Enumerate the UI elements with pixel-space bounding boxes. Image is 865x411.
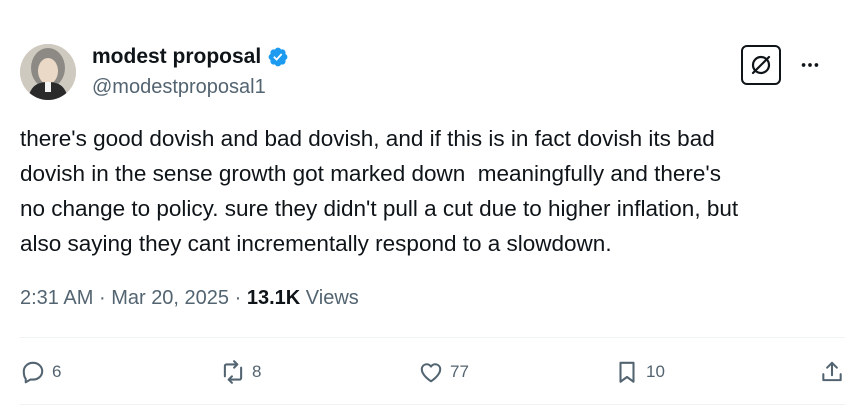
reply-icon bbox=[22, 361, 44, 384]
repost-count: 8 bbox=[252, 362, 262, 381]
share-icon bbox=[822, 361, 842, 382]
more-button[interactable] bbox=[795, 50, 825, 80]
tweet-card: modest proposal @modestproposal1 there's… bbox=[0, 0, 865, 411]
grok-icon bbox=[751, 55, 771, 75]
bookmark-count: 10 bbox=[646, 362, 665, 381]
tweet-time[interactable]: 2:31 AM bbox=[20, 287, 93, 309]
views-label: Views bbox=[305, 287, 359, 309]
tweet-text: there's good dovish and bad dovish, and … bbox=[20, 126, 739, 256]
repost-button[interactable]: 8 bbox=[220, 355, 261, 389]
action-bar: 6 8 77 10 bbox=[20, 355, 845, 389]
reply-button[interactable]: 6 bbox=[20, 355, 61, 389]
verified-badge-icon bbox=[267, 46, 289, 68]
author-display-name[interactable]: modest proposal bbox=[92, 44, 261, 70]
reply-count: 6 bbox=[52, 362, 62, 381]
grok-button[interactable] bbox=[741, 45, 781, 85]
bookmark-button[interactable]: 10 bbox=[614, 355, 665, 389]
divider bbox=[20, 404, 845, 405]
more-icon bbox=[801, 63, 819, 67]
divider bbox=[20, 337, 845, 338]
heart-icon bbox=[420, 363, 442, 383]
views-count: 13.1K bbox=[246, 287, 301, 309]
meta-separator: · bbox=[98, 287, 106, 309]
author-names: modest proposal @modestproposal1 bbox=[92, 44, 289, 100]
tweet-header: modest proposal @modestproposal1 bbox=[20, 40, 845, 104]
like-button[interactable]: 77 bbox=[418, 355, 469, 389]
bookmark-icon bbox=[619, 361, 635, 383]
like-count: 77 bbox=[450, 362, 469, 381]
author-handle[interactable]: @modestproposal1 bbox=[92, 74, 289, 100]
share-button[interactable] bbox=[819, 355, 845, 389]
tweet-meta: 2:31 AM · Mar 20, 2025 · 13.1K Views bbox=[20, 284, 359, 312]
meta-separator: · bbox=[234, 287, 242, 309]
tweet-date[interactable]: Mar 20, 2025 bbox=[111, 287, 229, 309]
portrait-avatar-icon bbox=[20, 44, 76, 100]
avatar[interactable] bbox=[20, 44, 76, 100]
repost-icon bbox=[223, 360, 243, 384]
